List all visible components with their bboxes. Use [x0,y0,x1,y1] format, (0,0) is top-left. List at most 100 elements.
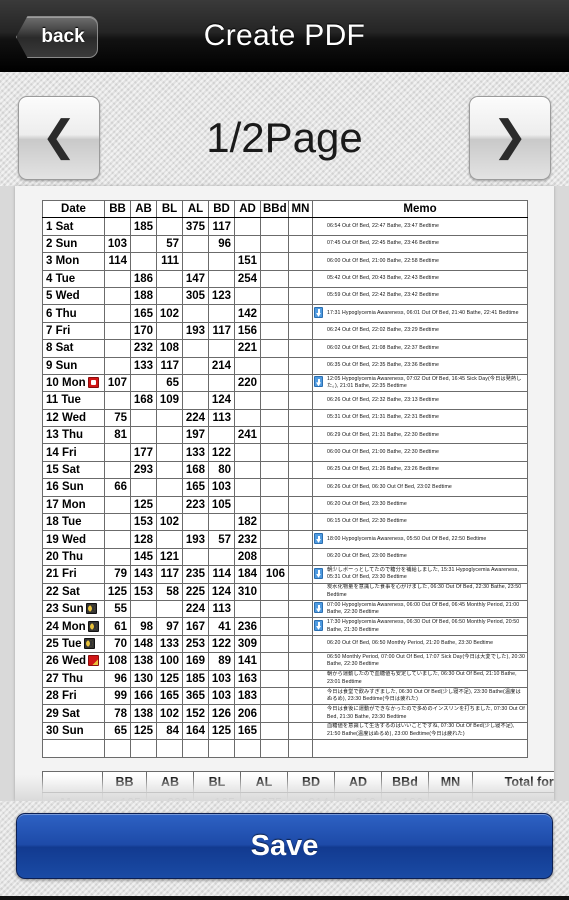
cell-date: 27 Thu [42,669,105,688]
cell-al: 152 [182,704,209,723]
memo-text: 17:30 Hypoglycemia Awareness, 06:30 Out … [327,619,520,633]
cell-date: 5 Wed [42,286,105,306]
cell-bbd [260,426,289,445]
cell-ad [234,356,261,375]
memo-text: 06:20 Out Of Bed, 06:50 Monthly Period, … [327,640,494,647]
cell-date: 23 Sun [42,599,105,619]
table-row: 3 Mon 114 111 151 06:00 Out Of Bed, 21:00 Ba… [42,252,528,271]
cell-ad: 142 [234,304,261,323]
cell-date: 3 Mon [42,252,105,271]
cell-memo: 17:30 Hypoglycemia Awareness, 06:30 Out … [312,617,528,636]
cell-al: 365 [182,686,209,706]
pdf-preview-sheet[interactable]: Date BB AB BL AL BD AD BBd MN Memo 1 Sat… [15,186,554,801]
cell-bbd [260,217,289,236]
table-row: 27 Thu 96 130 125 185 103 163 朝から運動したので血糖値も安定して… [42,669,528,688]
cell-bbd [260,704,289,723]
cell-bbd [260,634,289,654]
cell-mn [288,721,313,741]
cell-memo: 06:50 Monthly Period, 07:00 Out Of Bed, … [312,652,528,671]
cell-bbd [260,669,289,688]
cell-ad [234,234,261,254]
table-row: 20 Thu 145 121 208 06:20 Out Of Bed, 23:00 B… [42,547,528,567]
col-mn: MN [288,199,313,219]
cell-ab: 293 [130,460,157,480]
table-row: 25 Tue 70 148 133 253 122 309 06:20 Out Of Bed,… [42,634,528,654]
cell-bbd [260,252,289,271]
memo-text: 06:02 Out Of Bed, 21:08 Bathe, 22:37 Bed… [327,344,439,351]
cell-bl [156,269,183,288]
cell-bl: 111 [156,252,183,271]
cell-ad: 184 [234,565,261,584]
cell-bd: 125 [208,721,235,741]
cell-bb: 125 [104,582,131,601]
summary-cell-bb: 125 [102,791,147,801]
cell-al: 167 [182,617,209,636]
cell-date: 19 Wed [42,530,105,549]
cell-bb [104,547,131,567]
cell-bl [156,530,183,549]
hypoglycemia-marker-icon [314,602,323,614]
cell-bd [208,739,235,758]
hypoglycemia-marker-icon [314,306,323,318]
sum-col-bl: BL [193,770,241,793]
summary-row-label: Max [42,791,103,801]
cell-bd: 114 [208,565,235,584]
sum-col-bb: BB [102,770,147,793]
table-row [42,739,528,758]
cell-bd [208,339,235,358]
cell-memo: 06:15 Out Of Bed, 22:30 Bedtime [312,513,528,532]
cell-bbd [260,304,289,323]
cell-date: 25 Tue [42,634,105,654]
next-page-button[interactable]: ❯ [469,96,551,180]
cell-bb [104,339,131,358]
cell-bbd [260,652,289,671]
cell-al: 375 [182,217,209,236]
cell-bbd [260,460,289,480]
table-row: 10 Mon 107 65 220 12:05 Hypoglycemia Awarene… [42,373,528,393]
cell-mn [288,408,313,428]
cell-bb [104,495,131,515]
cell-bl [156,408,183,428]
cell-date: 2 Sun [42,234,105,254]
cell-bb: 103 [104,234,131,254]
cell-mn [288,460,313,480]
cell-ab: 165 [130,304,157,323]
cell-date: 7 Fri [42,321,105,341]
cell-bl: 84 [156,721,183,741]
cell-ad: 163 [234,669,261,688]
cell-bl [156,739,183,758]
cell-ab: 125 [130,495,157,515]
cell-mn [288,321,313,341]
cell-bb [104,321,131,341]
cell-bb: 96 [104,669,131,688]
cell-ad [234,391,261,410]
cell-ab: 128 [130,530,157,549]
cell-date: 10 Mon [42,373,105,393]
period-summary-table: BB AB BL AL BD AD BBd MN Total for perio… [42,770,554,801]
cell-al: 169 [182,652,209,671]
cell-al: 193 [182,321,209,341]
cell-memo: 07:00 Hypoglycemia Awareness, 06:00 Out … [312,599,528,619]
cell-al [182,339,209,358]
cell-date: 8 Sat [42,339,105,358]
cell-al: 197 [182,426,209,445]
cell-ad: 165 [234,721,261,741]
cell-memo: 06:54 Out Of Bed, 22:47 Bathe, 23:47 Bed… [312,217,528,236]
cell-date: 18 Tue [42,513,105,532]
cell-date: 4 Tue [42,269,105,288]
cell-ad: 236 [234,617,261,636]
cell-bd: 89 [208,652,235,671]
back-button[interactable]: back [16,16,98,58]
cell-bl [156,460,183,480]
cell-memo: 06:20 Out Of Bed, 06:50 Monthly Period, … [312,634,528,654]
save-button[interactable]: Save [16,813,553,879]
cell-memo: 12:05 Hypoglycemia Awareness, 07:02 Out … [312,373,528,393]
cell-bd [208,373,235,393]
cell-mn [288,304,313,323]
cell-ad: 310 [234,582,261,601]
memo-text: 06:54 Out Of Bed, 22:47 Bathe, 23:47 Bed… [327,222,439,229]
table-header-row: Date BB AB BL AL BD AD BBd MN Memo [42,199,528,219]
cell-bl: 125 [156,669,183,688]
cell-ad: 309 [234,634,261,654]
cell-date: 24 Mon [42,617,105,636]
